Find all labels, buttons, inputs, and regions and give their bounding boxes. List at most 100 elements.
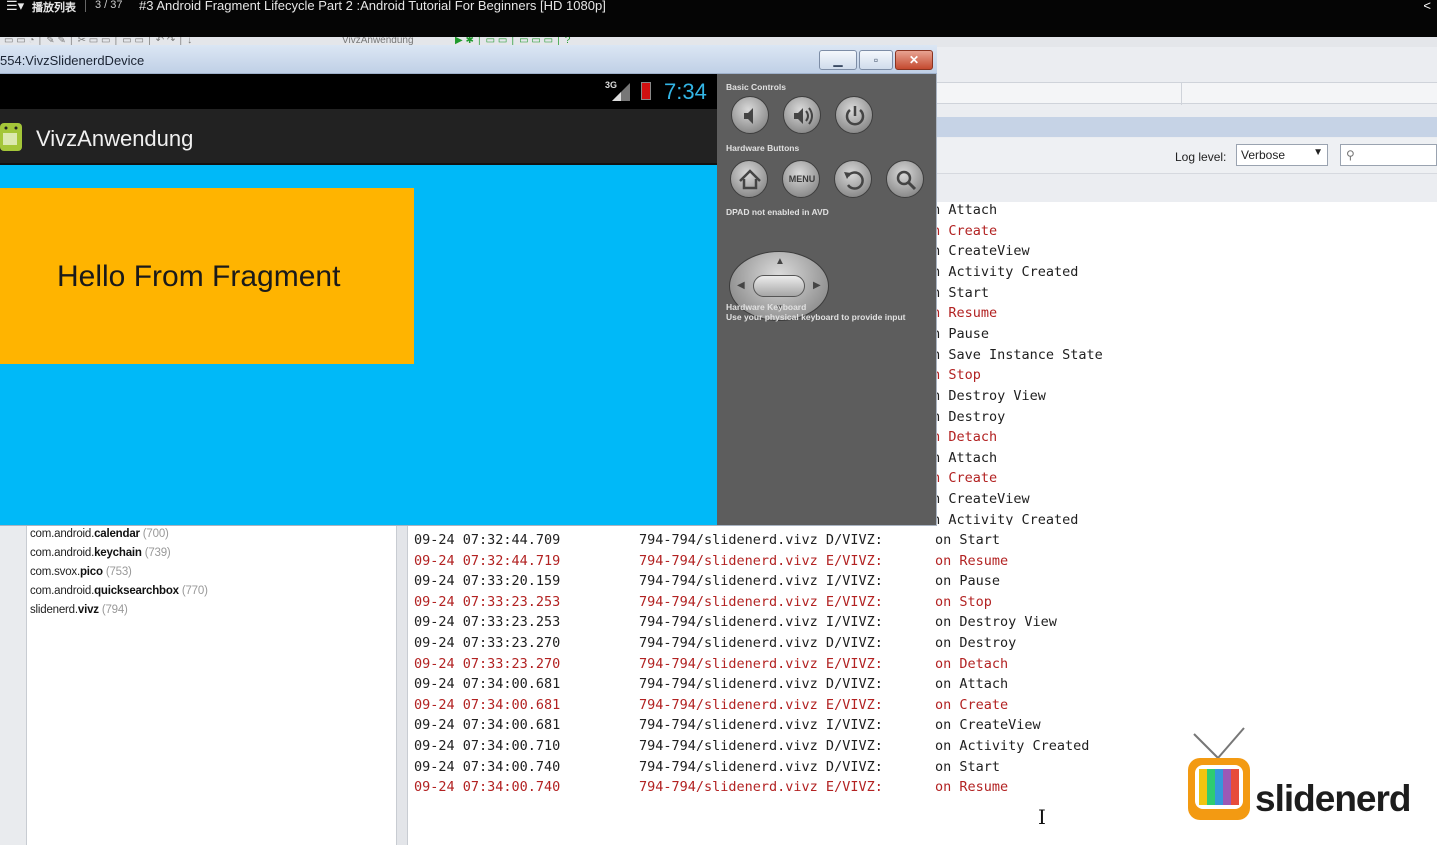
- log-tag: 794-794/slidenerd.vivz E/VIVZ:: [639, 552, 883, 569]
- log-tag: 794-794/slidenerd.vivz D/VIVZ:: [639, 758, 883, 775]
- back-icon: [844, 171, 864, 190]
- log-tag: 794-794/slidenerd.vivz D/VIVZ:: [639, 635, 883, 651]
- process-pid: (794): [101, 604, 128, 616]
- log-tag: 794-794/slidenerd.vivz I/VIVZ:: [639, 717, 883, 734]
- log-message-row[interactable]: on Resume: [936, 305, 1136, 321]
- process-row[interactable]: com.android.calendar (700): [30, 528, 169, 540]
- log-message-row[interactable]: on Create: [936, 223, 1136, 239]
- dpad-center-button[interactable]: [753, 275, 805, 297]
- menu-button[interactable]: MENU: [782, 160, 820, 198]
- log-message-row[interactable]: on CreateView: [936, 491, 1136, 507]
- volume-up-icon: [794, 107, 813, 125]
- log-message: on Attach: [936, 449, 998, 466]
- log-tag: 794-794/slidenerd.vivz I/VIVZ:: [639, 573, 883, 590]
- search-input[interactable]: ⚲: [1340, 144, 1437, 166]
- log-time: 09-24 07:34:00.710: [414, 738, 561, 754]
- log-message: on Pause: [936, 325, 990, 342]
- log-level-select[interactable]: Verbose ▼: [1236, 144, 1328, 166]
- process-row[interactable]: com.svox.pico (753): [30, 566, 132, 578]
- search-button[interactable]: [886, 160, 924, 198]
- back-button[interactable]: [834, 160, 872, 198]
- signal-icon: [612, 83, 630, 101]
- search-icon: [896, 170, 917, 191]
- log-message: on Create: [936, 222, 998, 239]
- app-title: VivzAnwendung: [36, 126, 194, 151]
- android-app-icon: [0, 123, 22, 151]
- log-message: on Stop: [936, 367, 981, 384]
- action-bar: VivzAnwendung: [0, 109, 717, 165]
- process-row[interactable]: com.android.keychain (739): [30, 547, 171, 559]
- home-button[interactable]: [730, 160, 768, 198]
- log-message-row[interactable]: on Attach: [936, 450, 1136, 466]
- log-message: on Resume: [935, 779, 1009, 796]
- log-message: on CreateView: [936, 243, 1030, 260]
- run-config-label[interactable]: VivzAnwendung: [342, 37, 414, 46]
- log-message-row[interactable]: on Destroy View: [936, 388, 1136, 404]
- process-package-prefix: slidenerd.: [30, 604, 78, 616]
- log-message-row[interactable]: on Start: [936, 285, 1136, 301]
- log-tag: 794-794/slidenerd.vivz D/VIVZ:: [639, 532, 883, 548]
- log-message: on Detach: [936, 429, 998, 446]
- log-message: on Detach: [935, 655, 1009, 672]
- hardware-keyboard-note: Use your physical keyboard to provide in…: [726, 312, 906, 322]
- process-row[interactable]: com.android.quicksearchbox (770): [30, 585, 208, 597]
- hardware-buttons-label: Hardware Buttons: [726, 143, 800, 153]
- log-message-row[interactable]: on Detach: [936, 429, 1136, 445]
- list-icon[interactable]: ☰▾: [6, 0, 24, 14]
- fragment-container: Hello From Fragment: [0, 188, 414, 364]
- slidenerd-logo: slidenerd: [1180, 720, 1437, 845]
- dpad-left-icon[interactable]: ◀: [737, 280, 745, 291]
- close-button[interactable]: ✕: [895, 50, 933, 70]
- maximize-button[interactable]: ▫: [859, 50, 893, 70]
- log-message-row[interactable]: on Pause: [936, 326, 1136, 342]
- volume-up-button[interactable]: [783, 96, 821, 134]
- log-time: 09-24 07:32:44.709: [414, 532, 561, 548]
- log-level-value: Verbose: [1241, 148, 1286, 162]
- process-pid: (770): [181, 585, 208, 597]
- basic-controls-label: Basic Controls: [726, 82, 786, 92]
- process-package-prefix: com.android.: [30, 547, 95, 559]
- text-cursor-icon: I: [1038, 805, 1046, 829]
- device-screen[interactable]: 3G 7:34 VivzAnwendung Hello From Fragmen…: [0, 74, 717, 525]
- minimize-button[interactable]: ▁: [819, 50, 857, 70]
- status-clock: 7:34: [664, 79, 707, 104]
- log-message-row[interactable]: on Activity Created: [936, 264, 1136, 280]
- hardware-keyboard-label: Hardware Keyboard: [726, 302, 807, 312]
- log-message-row[interactable]: on CreateView: [936, 243, 1136, 259]
- process-row[interactable]: slidenerd.vivz (794): [30, 604, 128, 616]
- video-title-bar: ☰▾ 播放列表 3 / 37 #3 Android Fragment Lifec…: [0, 0, 1437, 37]
- power-button[interactable]: [835, 96, 873, 134]
- log-tag: 794-794/slidenerd.vivz D/VIVZ:: [639, 738, 883, 754]
- dpad-right-icon[interactable]: ▶: [813, 280, 821, 291]
- dpad-up-icon[interactable]: ▲: [775, 256, 785, 267]
- log-message-row[interactable]: on Create: [936, 470, 1136, 486]
- log-message-row[interactable]: on Stop: [936, 367, 1136, 383]
- log-message-row[interactable]: on Save Instance State: [936, 347, 1136, 363]
- log-message: on Pause: [935, 573, 1001, 590]
- log-message: on Create: [935, 696, 1009, 713]
- log-message: on Start: [935, 532, 1001, 548]
- log-tag: 794-794/slidenerd.vivz E/VIVZ:: [639, 696, 883, 713]
- log-message: on Destroy View: [936, 387, 1046, 404]
- log-message: on CreateView: [936, 491, 1030, 508]
- log-message: on Attach: [935, 676, 1009, 693]
- volume-down-button[interactable]: [731, 96, 769, 134]
- log-message-row[interactable]: on Destroy: [936, 409, 1136, 425]
- emulator-titlebar[interactable]: 554:VivzSlidenerdDevice ▁ ▫ ✕: [0, 45, 937, 74]
- log-message: on Destroy: [935, 635, 1017, 651]
- log-time: 09-24 07:34:00.740: [414, 758, 561, 775]
- view-tab-active: [936, 117, 1437, 137]
- new-file-icon[interactable]: ▭ ▭ ◔ │ ✎ ✎ │ ✂ ▭ ▭ │ ▭ ▭ │ ↶ ↷ │ ↓: [4, 37, 192, 46]
- video-title: #3 Android Fragment Lifecycle Part 2 :An…: [139, 0, 606, 13]
- panel-gutter: [0, 525, 27, 845]
- log-tag: 794-794/slidenerd.vivz E/VIVZ:: [639, 593, 883, 610]
- playlist-label[interactable]: 播放列表: [32, 0, 76, 15]
- share-icon[interactable]: <: [1423, 0, 1431, 13]
- divider: [85, 0, 86, 12]
- panel-sash[interactable]: [396, 525, 408, 845]
- log-tag: 794-794/slidenerd.vivz E/VIVZ:: [639, 779, 883, 796]
- dpad-label: DPAD not enabled in AVD: [726, 207, 829, 217]
- log-time: 09-24 07:32:44.719: [414, 552, 561, 569]
- run-icon[interactable]: ▶ ✱ │ ▭ ▭ │ ▭ ▭ ▭ │ ?: [455, 37, 570, 46]
- log-message-row[interactable]: on Attach: [936, 202, 1136, 218]
